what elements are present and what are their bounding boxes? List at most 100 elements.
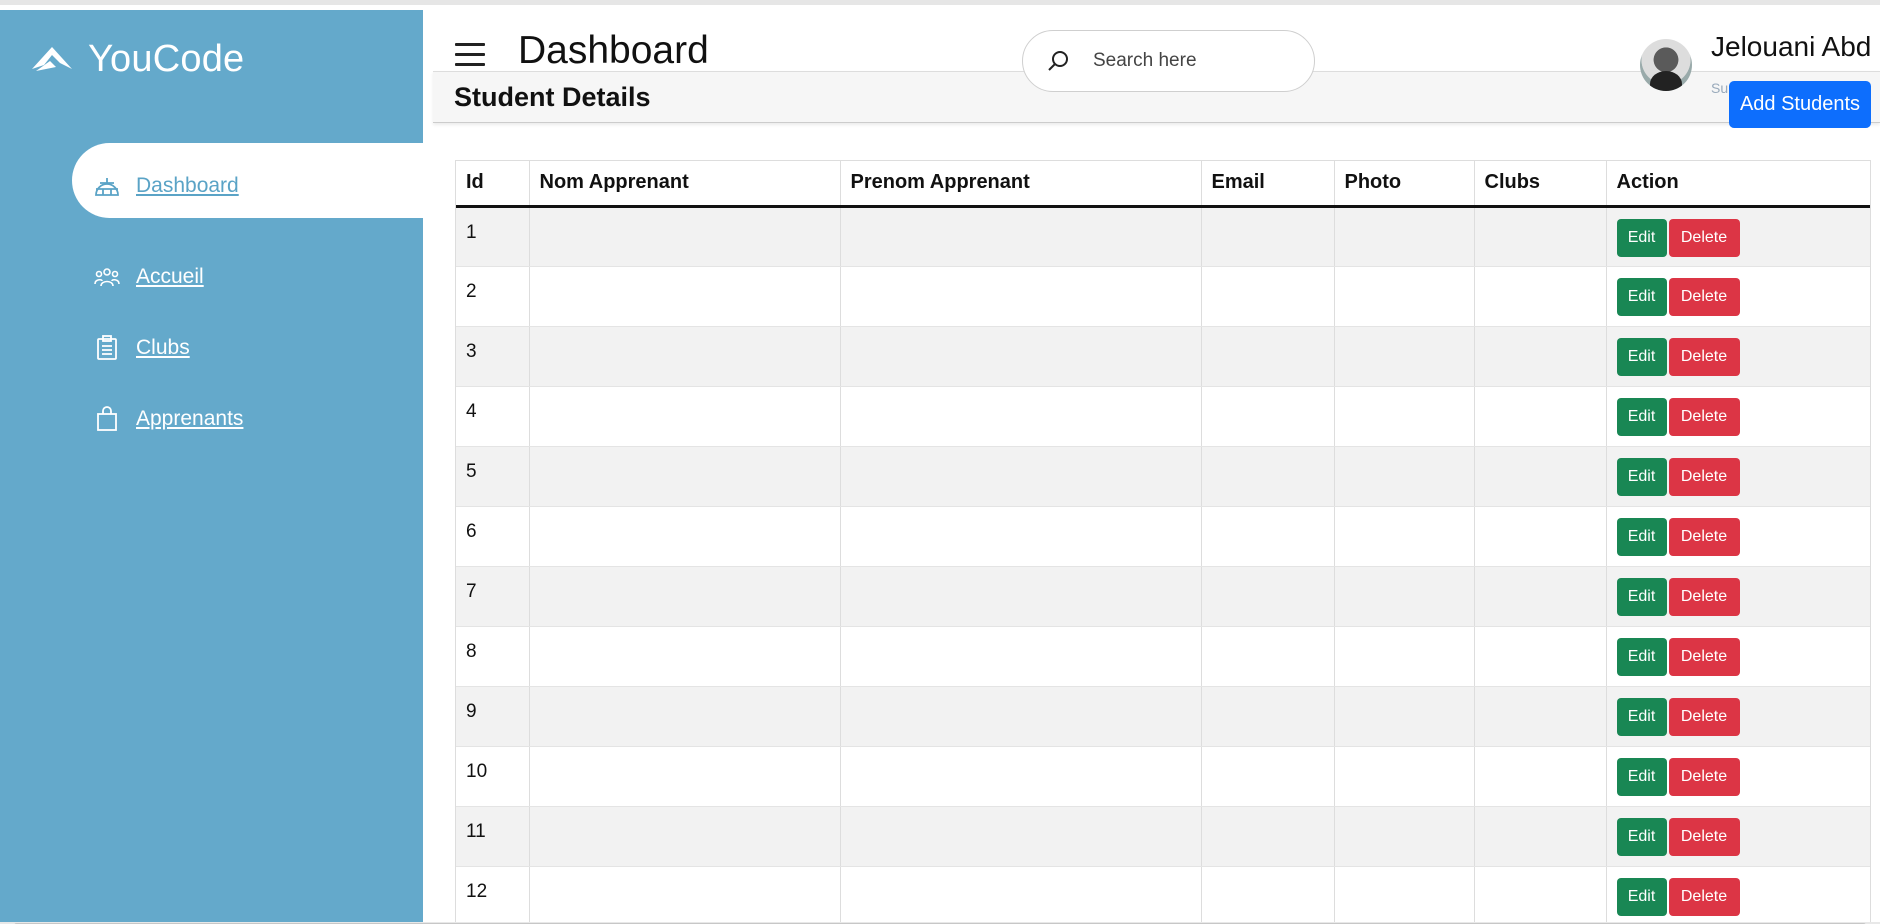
cell-clubs: [1474, 446, 1607, 507]
table-row: 11 Edit Delete: [456, 806, 1870, 867]
edit-button[interactable]: Edit: [1616, 757, 1667, 796]
delete-button[interactable]: Delete: [1668, 877, 1740, 916]
cell-prenom: [840, 626, 1202, 687]
column-header-photo[interactable]: Photo: [1334, 161, 1475, 208]
cell-action: Edit Delete: [1606, 746, 1870, 807]
edit-button[interactable]: Edit: [1616, 337, 1667, 376]
edit-button[interactable]: Edit: [1616, 697, 1667, 736]
cell-email: [1201, 686, 1335, 747]
delete-button[interactable]: Delete: [1668, 817, 1740, 856]
cell-nom: [529, 866, 841, 922]
hamburger-menu-icon[interactable]: [455, 43, 485, 67]
add-students-button[interactable]: Add Students: [1729, 81, 1871, 128]
cell-prenom: [840, 566, 1202, 627]
delete-button[interactable]: Delete: [1668, 218, 1740, 257]
cell-clubs: [1474, 686, 1607, 747]
column-header-clubs[interactable]: Clubs: [1474, 161, 1607, 208]
cell-id: 7: [456, 566, 530, 627]
sidebar: YouCode Dashboard Accueil Clubs Apprenan…: [0, 10, 423, 922]
brand[interactable]: YouCode: [30, 34, 244, 84]
cell-nom: [529, 326, 841, 387]
delete-button[interactable]: Delete: [1668, 457, 1740, 496]
delete-button[interactable]: Delete: [1668, 397, 1740, 436]
delete-button[interactable]: Delete: [1668, 577, 1740, 616]
igloo-icon: [94, 173, 120, 199]
cell-action: Edit Delete: [1606, 266, 1870, 327]
cell-clubs: [1474, 746, 1607, 807]
delete-button[interactable]: Delete: [1668, 337, 1740, 376]
cell-photo: [1334, 806, 1475, 867]
section-title: Student Details: [454, 82, 651, 112]
students-table: Id Nom Apprenant Prenom Apprenant Email …: [456, 161, 1870, 922]
cell-prenom: [840, 806, 1202, 867]
cell-photo: [1334, 866, 1475, 922]
cell-nom: [529, 386, 841, 447]
delete-button[interactable]: Delete: [1668, 757, 1740, 796]
delete-button[interactable]: Delete: [1668, 277, 1740, 316]
edit-button[interactable]: Edit: [1616, 817, 1667, 856]
delete-button[interactable]: Delete: [1668, 517, 1740, 556]
cell-clubs: [1474, 806, 1607, 867]
table-row: 5 Edit Delete: [456, 446, 1870, 507]
sidebar-item-clubs[interactable]: Clubs: [94, 328, 190, 368]
user-name: Jelouani Abd: [1711, 31, 1872, 62]
cell-prenom: [840, 506, 1202, 567]
cell-id: 1: [456, 206, 530, 267]
table-header-row: Id Nom Apprenant Prenom Apprenant Email …: [456, 161, 1870, 208]
sidebar-item-dashboard[interactable]: Dashboard: [94, 166, 239, 206]
sidebar-item-label: Dashboard: [136, 174, 239, 197]
cell-email: [1201, 866, 1335, 922]
cell-email: [1201, 386, 1335, 447]
edit-button[interactable]: Edit: [1616, 218, 1667, 257]
cell-photo: [1334, 626, 1475, 687]
cell-nom: [529, 686, 841, 747]
edit-button[interactable]: Edit: [1616, 277, 1667, 316]
table-row: 6 Edit Delete: [456, 506, 1870, 567]
cell-clubs: [1474, 506, 1607, 567]
cell-prenom: [840, 326, 1202, 387]
cell-clubs: [1474, 206, 1607, 267]
cell-nom: [529, 626, 841, 687]
sidebar-item-label: Accueil: [136, 265, 204, 288]
cell-action: Edit Delete: [1606, 566, 1870, 627]
cell-id: 5: [456, 446, 530, 507]
edit-button[interactable]: Edit: [1616, 637, 1667, 676]
cell-photo: [1334, 686, 1475, 747]
sidebar-item-accueil[interactable]: Accueil: [94, 257, 204, 297]
edit-button[interactable]: Edit: [1616, 397, 1667, 436]
cell-clubs: [1474, 626, 1607, 687]
shopping-bag-icon: [94, 406, 120, 432]
sidebar-item-apprenants[interactable]: Apprenants: [94, 399, 243, 439]
cell-email: [1201, 626, 1335, 687]
cell-clubs: [1474, 566, 1607, 627]
edit-button[interactable]: Edit: [1616, 877, 1667, 916]
youcode-logo-icon: [32, 47, 72, 71]
cell-action: Edit Delete: [1606, 446, 1870, 507]
cell-prenom: [840, 206, 1202, 267]
edit-button[interactable]: Edit: [1616, 577, 1667, 616]
clipboard-icon: [94, 335, 120, 361]
column-header-email[interactable]: Email: [1201, 161, 1335, 208]
cell-id: 4: [456, 386, 530, 447]
search-input[interactable]: [1093, 50, 1293, 72]
cell-photo: [1334, 746, 1475, 807]
column-header-action[interactable]: Action: [1606, 161, 1870, 208]
cell-id: 12: [456, 866, 530, 922]
delete-button[interactable]: Delete: [1668, 637, 1740, 676]
column-header-id[interactable]: Id: [456, 161, 530, 208]
delete-button[interactable]: Delete: [1668, 697, 1740, 736]
cell-id: 3: [456, 326, 530, 387]
cell-email: [1201, 566, 1335, 627]
avatar[interactable]: [1640, 39, 1692, 91]
edit-button[interactable]: Edit: [1616, 457, 1667, 496]
cell-id: 2: [456, 266, 530, 327]
edit-button[interactable]: Edit: [1616, 517, 1667, 556]
cell-email: [1201, 206, 1335, 267]
cell-clubs: [1474, 866, 1607, 922]
search-icon[interactable]: [1023, 49, 1093, 73]
column-header-nom[interactable]: Nom Apprenant: [529, 161, 841, 208]
column-header-prenom[interactable]: Prenom Apprenant: [840, 161, 1202, 208]
cell-id: 9: [456, 686, 530, 747]
cell-clubs: [1474, 326, 1607, 387]
cell-email: [1201, 506, 1335, 567]
